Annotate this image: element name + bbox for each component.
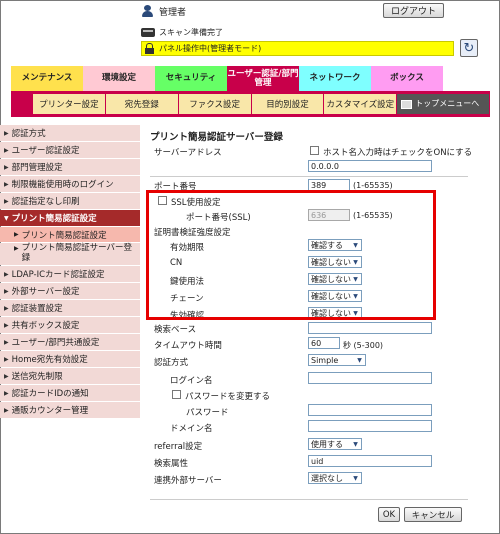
domain-label: ドメイン名 xyxy=(170,424,213,434)
sidebar-subitem-server-registration[interactable]: ▶ プリント簡易認証サーバー登録 xyxy=(0,243,140,265)
arrow-right-icon: ▶ xyxy=(4,197,9,205)
arrow-right-icon: ▶ xyxy=(4,287,9,295)
divider xyxy=(150,176,468,177)
arrow-right-icon: ▶ xyxy=(4,372,9,380)
chevron-down-icon: ▼ xyxy=(357,356,362,364)
admin-icon xyxy=(141,4,155,18)
tab-security[interactable]: セキュリティ xyxy=(155,66,227,91)
menu-grid-icon xyxy=(401,99,413,109)
top-menu-label: トップメニューへ xyxy=(415,98,480,108)
chevron-down-icon: ▼ xyxy=(353,474,358,482)
subtab-printer[interactable]: プリンター設定 xyxy=(33,94,105,114)
cancel-button[interactable]: キャンセル xyxy=(404,507,462,522)
sidebar-item-user-dept-common[interactable]: ▶ ユーザー/部門共通設定 xyxy=(0,334,140,350)
sidebar-item-auth-device[interactable]: ▶ 認証装置設定 xyxy=(0,300,140,316)
auth-method-select[interactable]: Simple ▼ xyxy=(308,354,366,366)
subtab-destination[interactable]: 宛先登録 xyxy=(105,94,178,114)
referral-label: referral設定 xyxy=(154,442,203,452)
panel-status-bar: パネル操作中(管理者モード) xyxy=(141,41,454,56)
tab-maintenance[interactable]: メンテナンス xyxy=(11,66,83,91)
scan-status: スキャン準備完了 xyxy=(141,26,223,38)
tab-environment[interactable]: 環境設定 xyxy=(83,66,155,91)
login-name-label: ログイン名 xyxy=(170,376,213,386)
panel-status-text: パネル操作中(管理者モード) xyxy=(159,44,262,53)
linked-server-select[interactable]: 選択なし ▼ xyxy=(308,472,362,484)
referral-select[interactable]: 使用する ▼ xyxy=(308,438,362,450)
sidebar-item-external-server[interactable]: ▶ 外部サーバー設定 xyxy=(0,283,140,299)
arrow-right-icon: ▶ xyxy=(4,338,9,346)
arrow-right-icon: ▶ xyxy=(4,321,9,329)
server-address-label: サーバーアドレス xyxy=(154,148,222,158)
logout-button[interactable]: ログアウト xyxy=(383,3,444,18)
subtab-top-menu[interactable]: トップメニューへ xyxy=(397,94,490,114)
sidebar-item-dept-mgmt[interactable]: ▶ 部門管理設定 xyxy=(0,159,140,175)
sidebar-item-no-auth-print[interactable]: ▶ 認証指定なし印刷 xyxy=(0,193,140,209)
search-attr-label: 検索属性 xyxy=(154,459,189,469)
lock-icon xyxy=(144,43,155,54)
tab-network[interactable]: ネットワーク xyxy=(299,66,371,91)
subtab-fax[interactable]: ファクス設定 xyxy=(178,94,251,114)
arrow-right-icon: ▶ xyxy=(4,389,9,397)
tab-box[interactable]: ボックス xyxy=(371,66,443,91)
search-base-label: 検索ベース xyxy=(154,325,197,335)
timeout-input[interactable]: 60 xyxy=(308,337,340,349)
sidebar-item-auth-method[interactable]: ▶ 認証方式 xyxy=(0,125,140,141)
hostname-checkbox[interactable] xyxy=(310,146,319,155)
sidebar-item-send-restrict[interactable]: ▶ 送信宛先制限 xyxy=(0,368,140,384)
chevron-down-icon: ▼ xyxy=(353,440,358,448)
highlight-box xyxy=(146,190,436,320)
refresh-icon[interactable]: ↻ xyxy=(460,39,478,57)
login-name-input[interactable] xyxy=(308,372,432,384)
arrow-right-icon: ▶ xyxy=(4,270,9,278)
hostname-checkbox-label: ホスト名入力時はチェックをONにする xyxy=(323,148,473,158)
sidebar-item-card-id-notify[interactable]: ▶ 認証カードIDの通知 xyxy=(0,385,140,401)
sidebar-item-print-simple-auth[interactable]: ▼ プリント簡易認証設定 xyxy=(0,210,140,226)
password-input[interactable] xyxy=(308,404,432,416)
arrow-right-icon: ▶ xyxy=(4,406,9,414)
user-indicator: 管理者 xyxy=(141,3,186,19)
sidebar-item-ldap-ic[interactable]: ▶ LDAP-ICカード認証設定 xyxy=(0,266,140,282)
arrow-right-icon: ▶ xyxy=(4,146,9,154)
sidebar: ▶ 認証方式 ▶ ユーザー認証設定 ▶ 部門管理設定 ▶ 制限機能使用時のログイン ▶ 認… xyxy=(0,125,140,419)
subtab-purpose[interactable]: 目的別設定 xyxy=(251,94,324,114)
timeout-label: タイムアウト時間 xyxy=(154,341,222,351)
timeout-range: 秒 (5-300) xyxy=(343,341,384,350)
auth-method-label: 認証方式 xyxy=(154,358,189,368)
sidebar-item-shared-box[interactable]: ▶ 共有ボックス設定 xyxy=(0,317,140,333)
domain-input[interactable] xyxy=(308,420,432,432)
arrow-right-icon: ▶ xyxy=(4,129,9,137)
sidebar-item-user-auth[interactable]: ▶ ユーザー認証設定 xyxy=(0,142,140,158)
arrow-down-icon: ▼ xyxy=(4,214,9,222)
sidebar-item-counter-mgmt[interactable]: ▶ 通販カウンター管理 xyxy=(0,402,140,418)
change-password-checkbox[interactable] xyxy=(172,390,181,399)
search-base-input[interactable] xyxy=(308,322,432,334)
user-label: 管理者 xyxy=(159,7,187,18)
ok-button[interactable]: OK xyxy=(378,507,400,522)
arrow-right-icon: ▶ xyxy=(4,180,9,188)
main-tabs: メンテナンス 環境設定 セキュリティ ユーザー認証/部門管理 ネットワーク ボッ… xyxy=(11,66,443,91)
arrow-right-icon: ▶ xyxy=(14,245,19,252)
change-password-label: パスワードを変更する xyxy=(185,392,271,402)
sub-tabs: プリンター設定 宛先登録 ファクス設定 目的別設定 カスタマイズ設定 トップメニ… xyxy=(11,91,490,117)
linked-server-label: 連携外部サーバー xyxy=(154,476,222,486)
sidebar-item-home-dest[interactable]: ▶ Home宛先有効設定 xyxy=(0,351,140,367)
tab-user-auth[interactable]: ユーザー認証/部門管理 xyxy=(227,66,299,91)
arrow-right-icon: ▶ xyxy=(14,231,19,238)
arrow-right-icon: ▶ xyxy=(4,355,9,363)
divider xyxy=(150,499,468,500)
password-label: パスワード xyxy=(186,408,229,418)
port-range: (1-65535) xyxy=(353,181,393,190)
server-address-input[interactable]: 0.0.0.0 xyxy=(308,160,432,172)
arrow-right-icon: ▶ xyxy=(4,304,9,312)
search-attr-input[interactable]: uid xyxy=(308,455,432,467)
page-title: プリント簡易認証サーバー登録 xyxy=(150,132,283,143)
subtab-customize[interactable]: カスタマイズ設定 xyxy=(324,94,397,114)
scanner-icon xyxy=(141,27,155,37)
sidebar-subitem-print-simple-auth-settings[interactable]: ▶ プリント簡易認証設定 xyxy=(0,227,140,242)
arrow-right-icon: ▶ xyxy=(4,163,9,171)
scan-status-text: スキャン準備完了 xyxy=(159,27,223,37)
sidebar-item-restricted-login[interactable]: ▶ 制限機能使用時のログイン xyxy=(0,176,140,192)
